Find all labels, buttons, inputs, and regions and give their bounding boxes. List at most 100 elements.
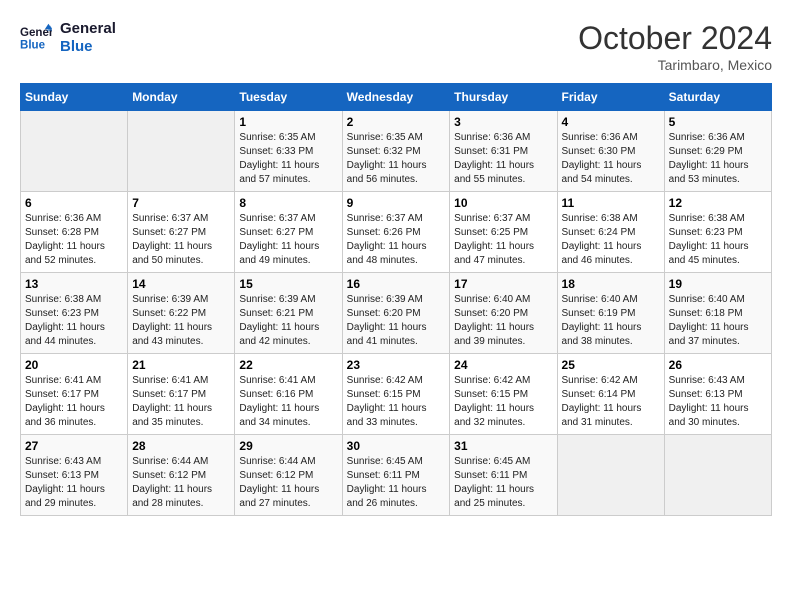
cell-content: Sunrise: 6:38 AMSunset: 6:24 PMDaylight:… — [562, 212, 660, 268]
cell-content: Sunrise: 6:39 AMSunset: 6:21 PMDaylight:… — [239, 293, 337, 349]
cell-content: Sunrise: 6:42 AMSunset: 6:15 PMDaylight:… — [347, 374, 446, 430]
day-number: 20 — [25, 358, 123, 372]
day-number: 14 — [132, 277, 230, 291]
day-number: 7 — [132, 196, 230, 210]
day-number: 13 — [25, 277, 123, 291]
calendar-cell: 18 Sunrise: 6:40 AMSunset: 6:19 PMDayligh… — [557, 273, 664, 354]
calendar-cell: 2 Sunrise: 6:35 AMSunset: 6:32 PMDaylight… — [342, 111, 450, 192]
day-number: 19 — [669, 277, 767, 291]
day-number: 28 — [132, 439, 230, 453]
calendar-cell: 31Sunrise: 6:45 AMSunset: 6:11 PMDayligh… — [450, 435, 557, 516]
calendar-cell: 19 Sunrise: 6:40 AMSunset: 6:18 PMDayligh… — [664, 273, 771, 354]
calendar-cell — [557, 435, 664, 516]
calendar-cell: 6 Sunrise: 6:36 AMSunset: 6:28 PMDaylight… — [21, 192, 128, 273]
calendar-cell: 12 Sunrise: 6:38 AMSunset: 6:23 PMDayligh… — [664, 192, 771, 273]
day-number: 10 — [454, 196, 552, 210]
calendar-cell: 3 Sunrise: 6:36 AMSunset: 6:31 PMDaylight… — [450, 111, 557, 192]
cell-content: Sunrise: 6:42 AMSunset: 6:15 PMDaylight:… — [454, 374, 552, 430]
cell-content: Sunrise: 6:37 AMSunset: 6:25 PMDaylight:… — [454, 212, 552, 268]
day-number: 11 — [562, 196, 660, 210]
calendar-cell: 24Sunrise: 6:42 AMSunset: 6:15 PMDayligh… — [450, 354, 557, 435]
cell-content: Sunrise: 6:37 AMSunset: 6:26 PMDaylight:… — [347, 212, 446, 268]
logo-line2: Blue — [60, 38, 116, 56]
cell-content: Sunrise: 6:41 AMSunset: 6:17 PMDaylight:… — [132, 374, 230, 430]
cell-content: Sunrise: 6:43 AMSunset: 6:13 PMDaylight:… — [669, 374, 767, 430]
calendar-cell: 30Sunrise: 6:45 AMSunset: 6:11 PMDayligh… — [342, 435, 450, 516]
day-number: 16 — [347, 277, 446, 291]
day-header-monday: Monday — [128, 84, 235, 111]
calendar-cell: 5Sunrise: 6:36 AMSunset: 6:29 PMDaylight… — [664, 111, 771, 192]
cell-content: Sunrise: 6:39 AMSunset: 6:22 PMDaylight:… — [132, 293, 230, 349]
day-header-thursday: Thursday — [450, 84, 557, 111]
day-number: 15 — [239, 277, 337, 291]
day-number: 1 — [239, 115, 337, 129]
calendar-cell: 9Sunrise: 6:37 AMSunset: 6:26 PMDaylight… — [342, 192, 450, 273]
page-header: General Blue General Blue October 2024 T… — [20, 20, 772, 73]
cell-content: Sunrise: 6:40 AMSunset: 6:18 PMDaylight:… — [669, 293, 767, 349]
cell-content: Sunrise: 6:35 AMSunset: 6:33 PMDaylight:… — [239, 131, 337, 187]
location: Tarimbaro, Mexico — [578, 57, 772, 73]
calendar-week-1: 1 Sunrise: 6:35 AMSunset: 6:33 PMDaylight… — [21, 111, 772, 192]
cell-content: Sunrise: 6:38 AMSunset: 6:23 PMDaylight:… — [25, 293, 123, 349]
day-number: 31 — [454, 439, 552, 453]
day-header-sunday: Sunday — [21, 84, 128, 111]
calendar-cell: 8Sunrise: 6:37 AMSunset: 6:27 PMDaylight… — [235, 192, 342, 273]
day-number: 3 — [454, 115, 552, 129]
cell-content: Sunrise: 6:38 AMSunset: 6:23 PMDaylight:… — [669, 212, 767, 268]
day-header-wednesday: Wednesday — [342, 84, 450, 111]
day-number: 6 — [25, 196, 123, 210]
calendar-cell: 7 Sunrise: 6:37 AMSunset: 6:27 PMDaylight… — [128, 192, 235, 273]
day-number: 26 — [669, 358, 767, 372]
title-section: October 2024 Tarimbaro, Mexico — [578, 20, 772, 73]
calendar-cell: 15 Sunrise: 6:39 AMSunset: 6:21 PMDayligh… — [235, 273, 342, 354]
calendar-cell — [664, 435, 771, 516]
calendar-table: SundayMondayTuesdayWednesdayThursdayFrid… — [20, 83, 772, 516]
cell-content: Sunrise: 6:44 AMSunset: 6:12 PMDaylight:… — [239, 455, 337, 511]
day-number: 25 — [562, 358, 660, 372]
day-number: 18 — [562, 277, 660, 291]
logo-line1: General — [60, 20, 116, 38]
calendar-week-4: 20 Sunrise: 6:41 AMSunset: 6:17 PMDayligh… — [21, 354, 772, 435]
calendar-week-3: 13 Sunrise: 6:38 AMSunset: 6:23 PMDayligh… — [21, 273, 772, 354]
calendar-cell: 4Sunrise: 6:36 AMSunset: 6:30 PMDaylight… — [557, 111, 664, 192]
cell-content: Sunrise: 6:45 AMSunset: 6:11 PMDaylight:… — [347, 455, 446, 511]
cell-content: Sunrise: 6:35 AMSunset: 6:32 PMDaylight:… — [347, 131, 446, 187]
cell-content: Sunrise: 6:37 AMSunset: 6:27 PMDaylight:… — [132, 212, 230, 268]
calendar-week-5: 27 Sunrise: 6:43 AMSunset: 6:13 PMDayligh… — [21, 435, 772, 516]
calendar-cell: 14 Sunrise: 6:39 AMSunset: 6:22 PMDayligh… — [128, 273, 235, 354]
day-number: 27 — [25, 439, 123, 453]
calendar-cell — [21, 111, 128, 192]
cell-content: Sunrise: 6:42 AMSunset: 6:14 PMDaylight:… — [562, 374, 660, 430]
day-number: 23 — [347, 358, 446, 372]
calendar-cell: 10 Sunrise: 6:37 AMSunset: 6:25 PMDayligh… — [450, 192, 557, 273]
cell-content: Sunrise: 6:36 AMSunset: 6:28 PMDaylight:… — [25, 212, 123, 268]
cell-content: Sunrise: 6:36 AMSunset: 6:31 PMDaylight:… — [454, 131, 552, 187]
calendar-header: SundayMondayTuesdayWednesdayThursdayFrid… — [21, 84, 772, 111]
calendar-cell: 21 Sunrise: 6:41 AMSunset: 6:17 PMDayligh… — [128, 354, 235, 435]
cell-content: Sunrise: 6:41 AMSunset: 6:16 PMDaylight:… — [239, 374, 337, 430]
calendar-cell: 11 Sunrise: 6:38 AMSunset: 6:24 PMDayligh… — [557, 192, 664, 273]
calendar-cell — [128, 111, 235, 192]
day-number: 17 — [454, 277, 552, 291]
calendar-cell: 17 Sunrise: 6:40 AMSunset: 6:20 PMDayligh… — [450, 273, 557, 354]
day-number: 21 — [132, 358, 230, 372]
cell-content: Sunrise: 6:40 AMSunset: 6:20 PMDaylight:… — [454, 293, 552, 349]
logo: General Blue General Blue — [20, 20, 116, 56]
cell-content: Sunrise: 6:37 AMSunset: 6:27 PMDaylight:… — [239, 212, 337, 268]
calendar-cell: 26 Sunrise: 6:43 AMSunset: 6:13 PMDayligh… — [664, 354, 771, 435]
cell-content: Sunrise: 6:41 AMSunset: 6:17 PMDaylight:… — [25, 374, 123, 430]
calendar-cell: 13 Sunrise: 6:38 AMSunset: 6:23 PMDayligh… — [21, 273, 128, 354]
day-number: 12 — [669, 196, 767, 210]
cell-content: Sunrise: 6:39 AMSunset: 6:20 PMDaylight:… — [347, 293, 446, 349]
day-number: 29 — [239, 439, 337, 453]
cell-content: Sunrise: 6:43 AMSunset: 6:13 PMDaylight:… — [25, 455, 123, 511]
svg-text:Blue: Blue — [20, 40, 46, 52]
day-header-tuesday: Tuesday — [235, 84, 342, 111]
day-number: 5 — [669, 115, 767, 129]
cell-content: Sunrise: 6:40 AMSunset: 6:19 PMDaylight:… — [562, 293, 660, 349]
calendar-cell: 27 Sunrise: 6:43 AMSunset: 6:13 PMDayligh… — [21, 435, 128, 516]
calendar-cell: 29 Sunrise: 6:44 AMSunset: 6:12 PMDayligh… — [235, 435, 342, 516]
day-number: 4 — [562, 115, 660, 129]
day-number: 2 — [347, 115, 446, 129]
month-title: October 2024 — [578, 20, 772, 57]
